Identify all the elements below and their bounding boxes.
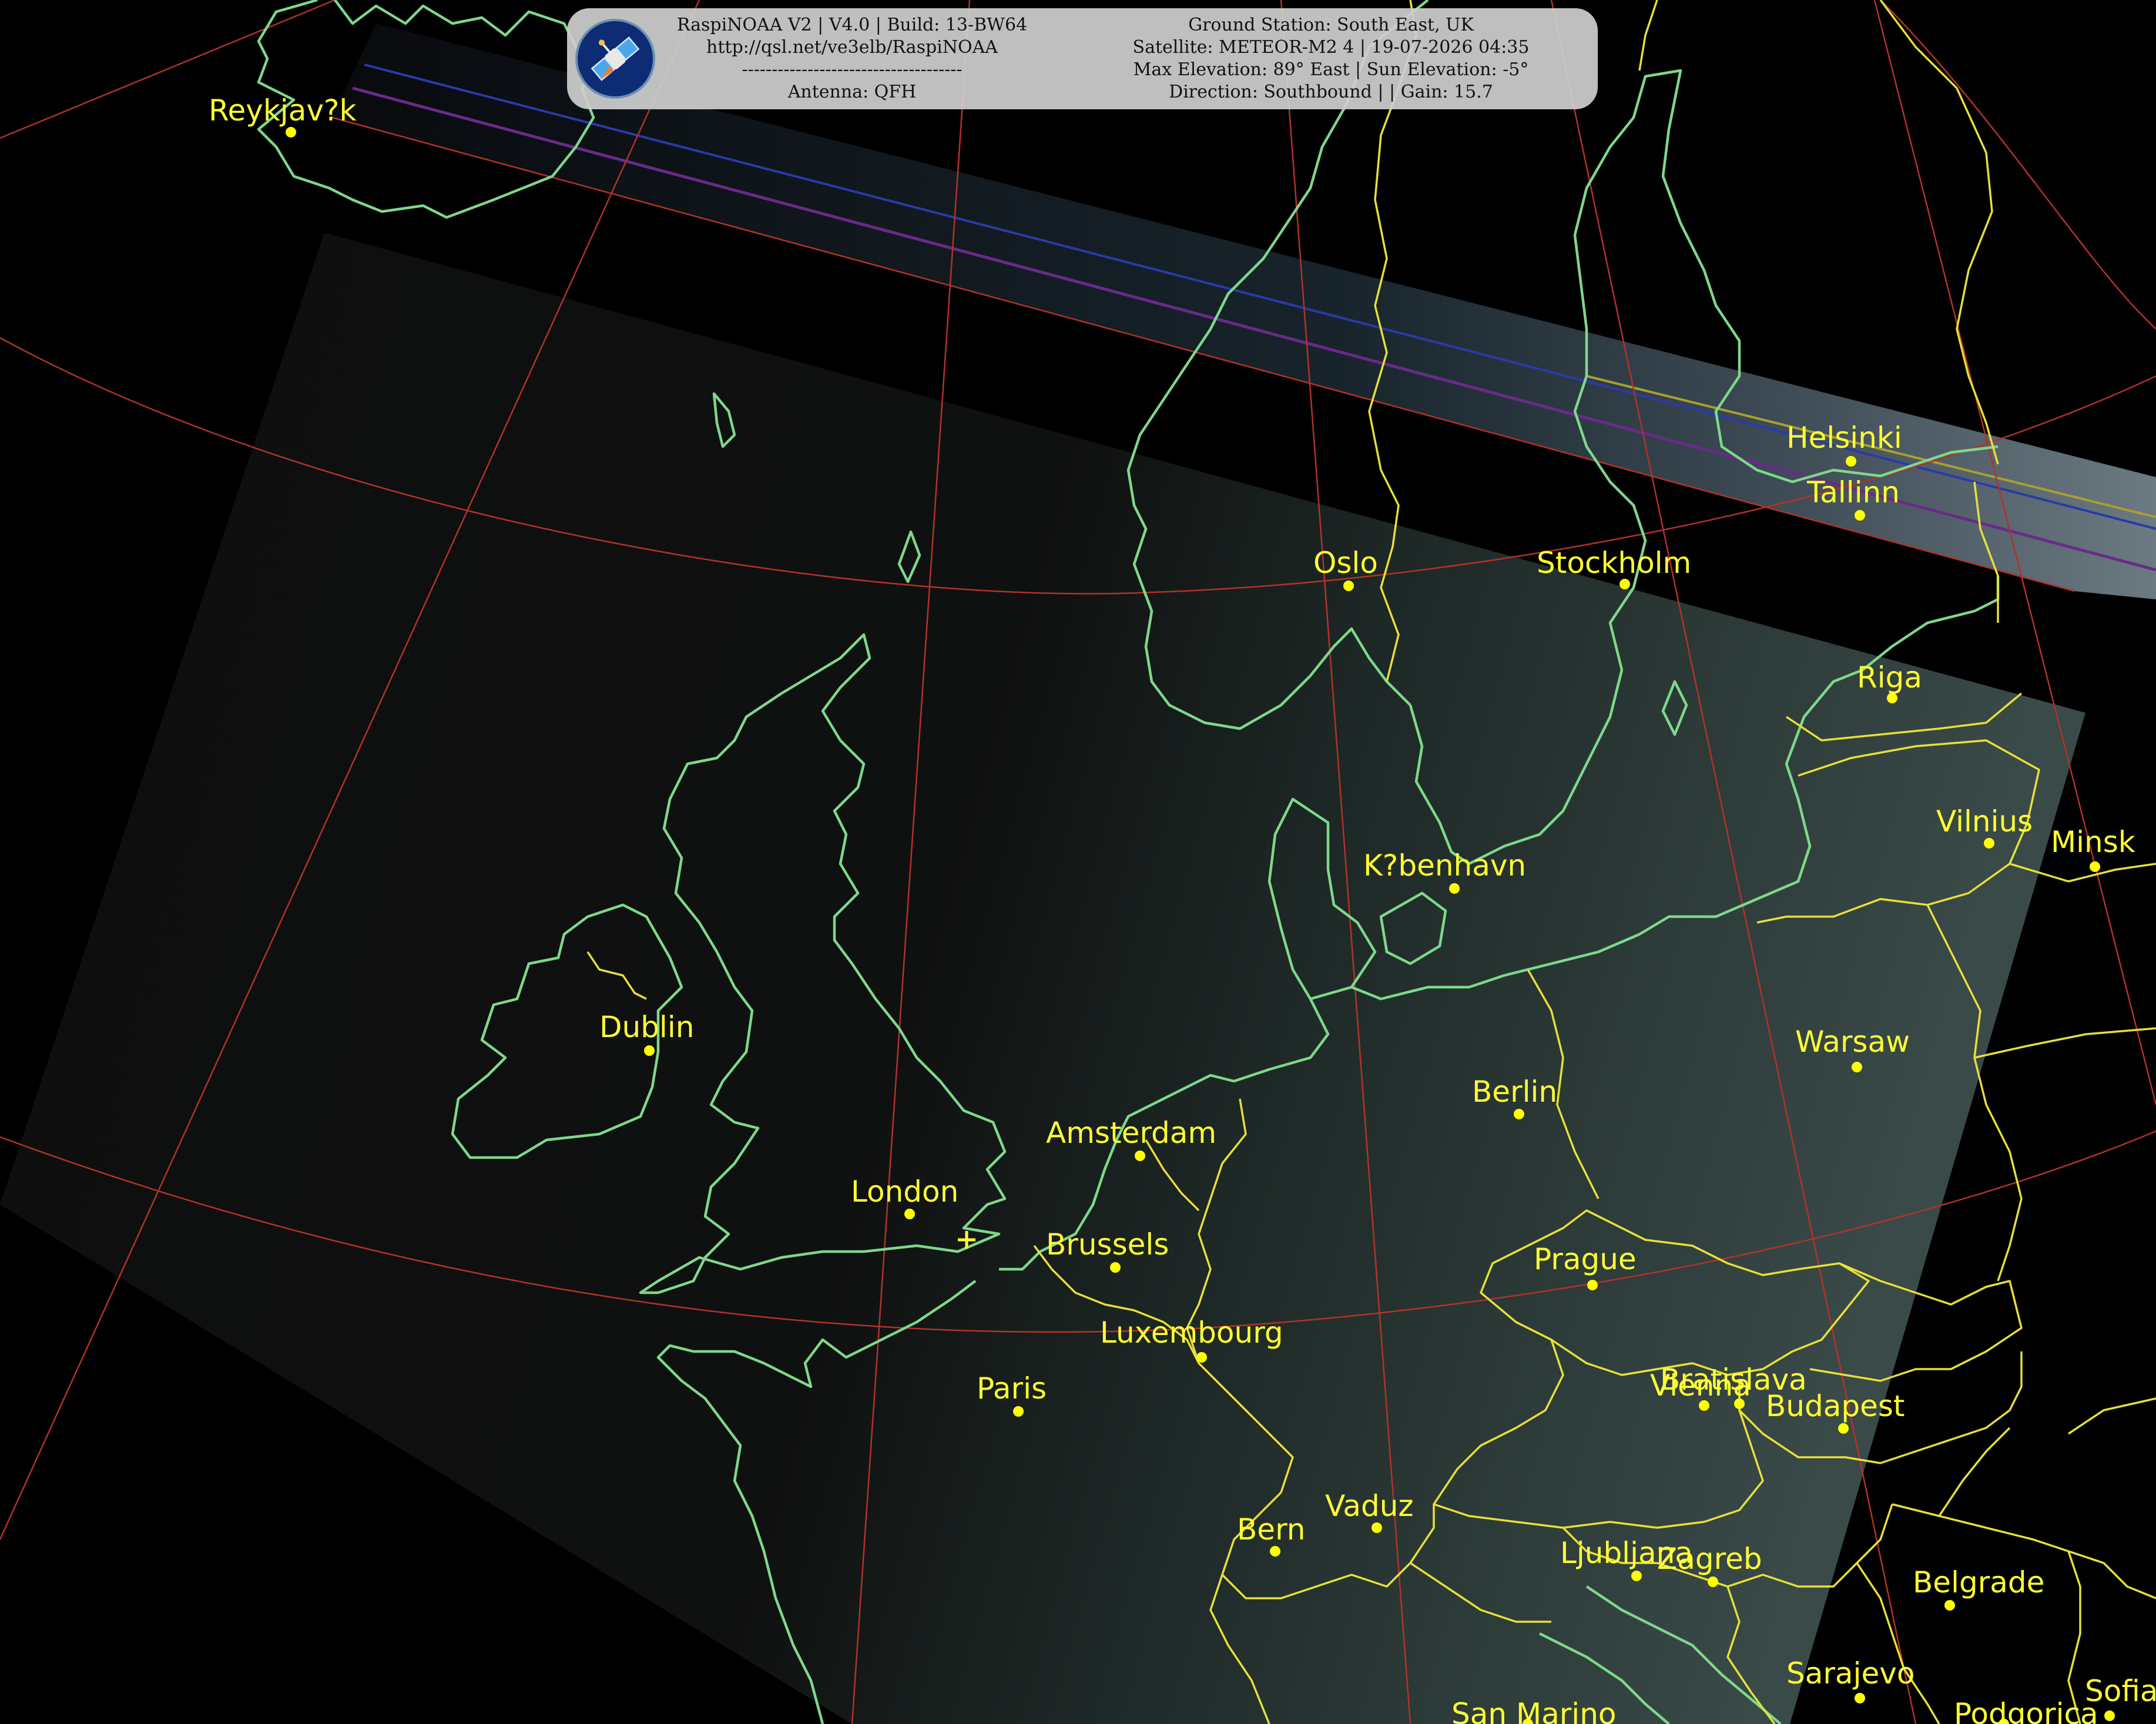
city-dot-helsinki — [1846, 456, 1856, 467]
city-dot-sofia — [2104, 1710, 2115, 1721]
city-dot-berlin — [1514, 1109, 1524, 1119]
city-dot-luxembourg — [1196, 1352, 1207, 1363]
city-dot-budapest — [1838, 1423, 1849, 1434]
header-url-line: http://qsl.net/ve3elb/RaspiNOAA — [706, 37, 998, 58]
city-label-belgrade: Belgrade — [1913, 1565, 2044, 1599]
city-dot-brussels — [1110, 1262, 1121, 1273]
header-title-line: RaspiNOAA V2 | V4.0 | Build: 13-BW64 — [676, 15, 1028, 35]
city-dot-vilnius — [1984, 838, 1994, 848]
city-dot-oslo — [1343, 581, 1354, 591]
city-label-warsaw: Warsaw — [1795, 1025, 1910, 1059]
finland-russia-border — [1879, 0, 1999, 465]
city-dot-amsterdam — [1135, 1151, 1145, 1161]
city-label-london: London — [851, 1175, 958, 1209]
city-dot-warsaw — [1852, 1062, 1862, 1072]
header-separator-line: ------------------------------------- — [742, 59, 963, 80]
city-label-vienna: Vienna — [1650, 1369, 1751, 1403]
city-label-vaduz: Vaduz — [1325, 1489, 1414, 1523]
ukraine-border — [1974, 1027, 2156, 1059]
city-dot-paris — [1013, 1406, 1024, 1417]
city-label-reykjav-k: Reykjav?k — [209, 93, 356, 128]
city-label-minsk: Minsk — [2051, 825, 2135, 859]
city-dot-tallinn — [1855, 510, 1865, 521]
city-dot-belgrade — [1944, 1600, 1955, 1611]
satellite-map: Reykjav?k Helsinki Tallinn Oslo Stockholm Rig… — [0, 0, 2156, 1724]
satellite-logo-icon — [575, 19, 655, 99]
city-dot-bern — [1270, 1546, 1280, 1557]
header-satellite-line: Satellite: METEOR-M2 4 | 19-07-2026 04:3… — [1132, 37, 1530, 58]
city-label-stockholm: Stockholm — [1537, 546, 1691, 580]
city-dot-london — [904, 1209, 915, 1219]
city-label-podgorica: Podgorica — [1954, 1697, 2098, 1724]
header-direction-line: Direction: Southbound | | Gain: 15.7 — [1169, 82, 1493, 102]
city-dot-ljubljana — [1631, 1571, 1642, 1581]
sweden-finland-border — [1638, 0, 1658, 71]
city-dot-prague — [1587, 1280, 1598, 1290]
city-label-tallinn: Tallinn — [1806, 475, 1900, 509]
city-label-zagreb: Zagreb — [1657, 1542, 1762, 1576]
city-label-san-marino: San Marino — [1451, 1697, 1616, 1724]
city-label-vilnius: Vilnius — [1936, 804, 2033, 838]
city-label-oslo: Oslo — [1313, 546, 1378, 580]
header-right-column: Ground Station: South East, UK Satellite… — [1084, 14, 1578, 103]
city-dot-zagreb — [1708, 1577, 1718, 1587]
city-label-amsterdam: Amsterdam — [1046, 1116, 1216, 1150]
city-dot-k-benhavn — [1449, 883, 1460, 894]
city-label-sarajevo: Sarajevo — [1786, 1656, 1914, 1691]
header-left-column: RaspiNOAA V2 | V4.0 | Build: 13-BW64 htt… — [667, 14, 1037, 103]
city-dot-vaduz — [1372, 1522, 1382, 1533]
city-dot-reykjav-k — [286, 127, 296, 137]
city-label-berlin: Berlin — [1472, 1075, 1557, 1109]
header-elevation-line: Max Elevation: 89° East | Sun Elevation:… — [1133, 59, 1529, 80]
city-dot-sarajevo — [1855, 1693, 1865, 1703]
city-label-k-benhavn: K?benhavn — [1363, 848, 1526, 883]
city-label-luxembourg: Luxembourg — [1100, 1316, 1283, 1350]
city-dot-minsk — [2090, 861, 2100, 872]
header-antenna-line: Antenna: QFH — [787, 82, 917, 102]
header-station-line: Ground Station: South East, UK — [1188, 15, 1474, 35]
city-dot-dublin — [644, 1045, 655, 1056]
city-label-helsinki: Helsinki — [1786, 421, 1902, 455]
pass-info-header: RaspiNOAA V2 | V4.0 | Build: 13-BW64 htt… — [567, 8, 1598, 109]
city-label-brussels: Brussels — [1046, 1227, 1169, 1262]
city-dot-stockholm — [1619, 579, 1630, 589]
city-label-bern: Bern — [1237, 1512, 1305, 1547]
city-label-dublin: Dublin — [599, 1010, 694, 1044]
city-label-prague: Prague — [1534, 1242, 1637, 1276]
city-label-budapest: Budapest — [1766, 1389, 1905, 1423]
city-label-riga: Riga — [1857, 660, 1922, 695]
city-label-paris: Paris — [977, 1371, 1047, 1406]
